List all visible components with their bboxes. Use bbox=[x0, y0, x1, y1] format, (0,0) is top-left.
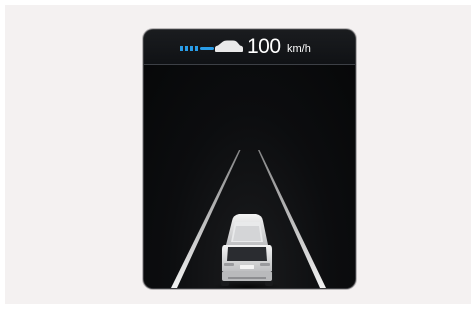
driver-display: 100 km/h bbox=[144, 30, 355, 288]
set-speed-value: 100 bbox=[247, 35, 281, 58]
car-ahead-icon bbox=[215, 40, 243, 52]
road-view bbox=[144, 65, 355, 288]
time-gap-bars-icon bbox=[180, 46, 214, 51]
speed-unit: km/h bbox=[287, 43, 311, 55]
lane-graphic bbox=[171, 150, 326, 288]
own-vehicle-icon bbox=[213, 214, 281, 288]
page-background: 100 km/h bbox=[5, 5, 471, 304]
status-bar: 100 km/h bbox=[144, 30, 355, 65]
